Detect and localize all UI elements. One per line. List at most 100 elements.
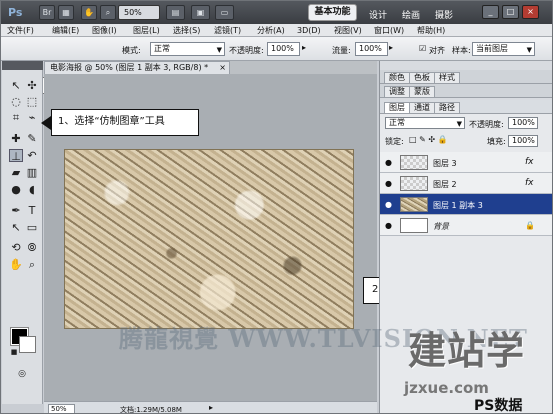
opacity-field[interactable]: 100%	[267, 42, 300, 56]
bridge-icon[interactable]: Br	[39, 5, 55, 20]
blur-tool-icon[interactable]: ●	[9, 183, 23, 196]
document-title: 电影海报 @ 50% (图层 1 副本 3, RGB/8) *	[50, 63, 209, 72]
tab-adjustments[interactable]: 调整	[384, 86, 410, 97]
menu-view[interactable]: 视图(V)	[334, 25, 362, 36]
eyedropper-tool-icon[interactable]: ⌁	[25, 111, 39, 124]
background-color-swatch[interactable]	[19, 336, 36, 353]
arrange-documents-icon[interactable]: ▣	[191, 5, 210, 20]
tab-masks[interactable]: 蒙版	[409, 86, 435, 97]
menu-layer[interactable]: 图层(L)	[133, 25, 160, 36]
history-brush-icon[interactable]: ↶	[25, 149, 39, 162]
blend-controls: 正常 ▼ 不透明度: 100%	[380, 117, 552, 132]
flow-arrow-icon[interactable]: ▸	[389, 43, 393, 52]
quick-mask-icon[interactable]: ◎	[15, 368, 29, 381]
path-selection-icon[interactable]: ↖	[9, 221, 23, 234]
move-tool-icon[interactable]: ↖	[9, 79, 23, 92]
lasso-tool-icon[interactable]: ◌	[9, 95, 23, 108]
close-icon[interactable]: ×	[522, 5, 539, 19]
crop-tool-icon[interactable]: ⌗	[9, 111, 23, 124]
workspace-photography-link[interactable]: 摄影	[435, 8, 453, 21]
minimize-icon[interactable]: _	[482, 5, 499, 19]
layer-thumbnail	[400, 218, 428, 233]
eye-icon[interactable]: ●	[385, 179, 392, 188]
sample-label: 样本:	[452, 46, 471, 55]
status-zoom-field[interactable]: 50%	[48, 404, 75, 413]
chevron-down-icon: ▼	[216, 46, 222, 54]
opacity-label: 不透明度:	[229, 46, 264, 55]
screen-mode-icon[interactable]: ▭	[215, 5, 234, 20]
flow-field[interactable]: 100%	[355, 42, 388, 56]
restore-icon[interactable]: □	[502, 5, 519, 19]
close-icon[interactable]: ×	[219, 62, 226, 74]
3d-camera-icon[interactable]: ⦾	[25, 241, 39, 254]
flow-label: 流量:	[332, 46, 351, 55]
status-menu-arrow-icon[interactable]: ▸	[209, 403, 213, 412]
tab-paths[interactable]: 路径	[434, 102, 460, 113]
blend-mode-value: 正常	[389, 118, 405, 127]
photoshop-logo: Ps	[8, 6, 23, 19]
move-arrow-icon[interactable]: ✣	[25, 79, 39, 92]
workspace-painting-link[interactable]: 绘画	[402, 8, 420, 21]
zoom-level-select[interactable]: 50%	[118, 5, 160, 20]
color-panel-tabs: 颜色 色板 样式	[380, 70, 552, 84]
menu-filter[interactable]: 滤镜(T)	[214, 25, 241, 36]
zoom-tool-icon[interactable]: ⌕	[25, 258, 39, 271]
sample-select[interactable]: 当前图层 ▼	[472, 42, 535, 56]
healing-tool-icon[interactable]: ✚	[9, 132, 23, 145]
eye-icon[interactable]: ●	[385, 158, 392, 167]
eye-icon[interactable]: ●	[385, 221, 392, 230]
tab-layers[interactable]: 图层	[384, 102, 410, 113]
align-label: 对齐	[429, 46, 445, 55]
tab-swatches[interactable]: 色板	[409, 72, 435, 83]
eye-icon[interactable]: ●	[385, 200, 392, 209]
layer-thumbnail	[400, 197, 428, 212]
menu-image[interactable]: 图像(I)	[92, 25, 117, 36]
marquee-tool-icon[interactable]: ⬚	[25, 95, 39, 108]
type-tool-icon[interactable]: T	[25, 204, 39, 217]
align-checkbox[interactable]: ☑	[419, 44, 426, 53]
gradient-tool-icon[interactable]: ▥	[25, 166, 39, 179]
default-colors-icon[interactable]: ■	[7, 346, 21, 359]
tools-panel-header	[2, 61, 43, 70]
menu-help[interactable]: 帮助(H)	[417, 25, 445, 36]
tab-styles[interactable]: 样式	[434, 72, 460, 83]
3d-rotate-icon[interactable]: ⟲	[9, 241, 23, 254]
site-logo-small: PS数据	[474, 398, 523, 414]
view-extras-icon[interactable]: ▤	[166, 5, 185, 20]
clone-stamp-tool-icon[interactable]: ⊥	[9, 149, 23, 163]
stone-texture-canvas[interactable]	[64, 149, 354, 329]
workspace-design-link[interactable]: 设计	[369, 8, 387, 21]
hand-tool-icon[interactable]: ✋	[81, 5, 97, 20]
dodge-tool-icon[interactable]: ◖	[25, 183, 39, 196]
fill-field[interactable]: 100%	[508, 135, 538, 147]
menu-file[interactable]: 文件(F)	[7, 25, 34, 36]
layer-row[interactable]: ● 背景 🔒	[380, 215, 552, 236]
hand-tool-icon[interactable]: ✋	[9, 258, 23, 271]
menu-edit[interactable]: 编辑(E)	[52, 25, 79, 36]
zoom-tool-icon[interactable]: ⌕	[100, 5, 116, 20]
tab-color[interactable]: 颜色	[384, 72, 410, 83]
lock-icons[interactable]: □ ✎ ✣ 🔒	[409, 135, 448, 144]
opacity-arrow-icon[interactable]: ▸	[302, 43, 306, 52]
shape-tool-icon[interactable]: ▭	[25, 221, 39, 234]
menu-3d[interactable]: 3D(D)	[297, 25, 321, 36]
mode-select[interactable]: 正常 ▼	[150, 42, 225, 56]
menu-analysis[interactable]: 分析(A)	[257, 25, 285, 36]
eraser-tool-icon[interactable]: ▰	[9, 166, 23, 179]
tab-channels[interactable]: 通道	[409, 102, 435, 113]
menu-window[interactable]: 窗口(W)	[374, 25, 404, 36]
layer-opacity-field[interactable]: 100%	[508, 117, 538, 129]
effects-icon[interactable]: fx	[525, 157, 534, 167]
mini-bridge-icon[interactable]: ▦	[58, 5, 74, 20]
menu-select[interactable]: 选择(S)	[173, 25, 200, 36]
layer-row-selected[interactable]: ● 图层 1 副本 3	[380, 194, 552, 215]
effects-icon[interactable]: fx	[525, 178, 534, 188]
brush-tool-icon[interactable]: ✎	[25, 132, 39, 145]
pen-tool-icon[interactable]: ✒	[9, 204, 23, 217]
layer-name: 背景	[433, 222, 449, 231]
layer-row[interactable]: ● 图层 3 fx	[380, 152, 552, 173]
workspace-basic-button[interactable]: 基本功能	[308, 4, 357, 21]
document-tab[interactable]: 电影海报 @ 50% (图层 1 副本 3, RGB/8) * ×	[44, 61, 230, 74]
layer-row[interactable]: ● 图层 2 fx	[380, 173, 552, 194]
blend-mode-select[interactable]: 正常 ▼	[385, 117, 465, 129]
